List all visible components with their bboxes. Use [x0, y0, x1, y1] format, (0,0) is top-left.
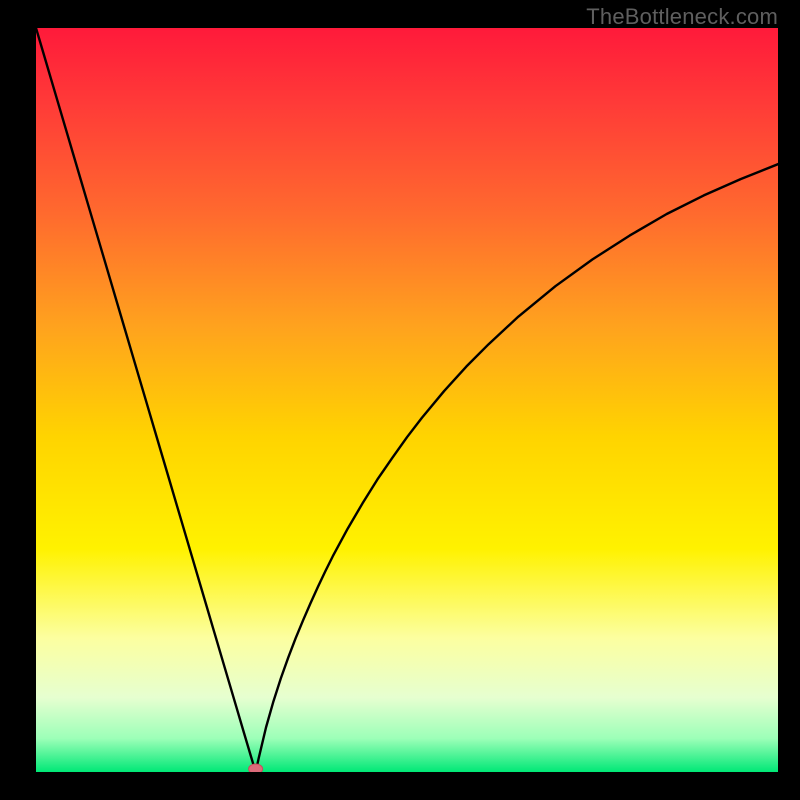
chart-background: [36, 28, 778, 772]
minimum-marker: [249, 764, 263, 772]
chart-frame: [36, 28, 778, 772]
watermark-text: TheBottleneck.com: [586, 4, 778, 30]
bottleneck-chart: [36, 28, 778, 772]
